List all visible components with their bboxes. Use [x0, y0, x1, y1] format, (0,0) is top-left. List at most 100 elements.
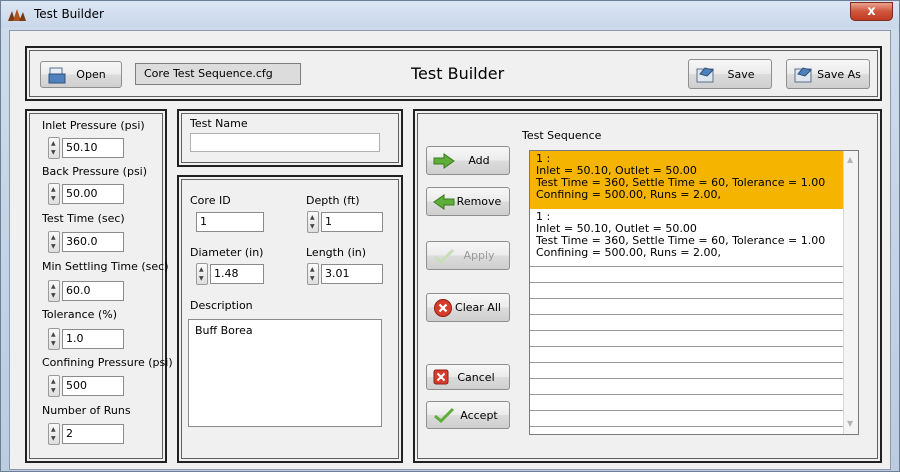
list-row-divider [530, 330, 844, 331]
back-pressure-label: Back Pressure (psi) [42, 165, 148, 178]
length-label: Length (in) [306, 246, 367, 259]
apply-button[interactable]: Apply [426, 241, 510, 270]
confining-pressure-input[interactable]: 500 [62, 376, 124, 396]
sequence-item-selected[interactable]: 1 : Inlet = 50.10, Outlet = 50.00 Test T… [530, 151, 844, 209]
test-time-input[interactable]: 360.0 [62, 232, 124, 252]
core-id-input[interactable]: 1 [196, 212, 264, 232]
confining-pressure-spinner[interactable]: ▲ ▼ [48, 375, 60, 397]
description-textarea[interactable]: Buff Borea [188, 319, 382, 427]
test-time-spinner[interactable]: ▲ ▼ [48, 231, 60, 253]
confining-pressure-label: Confining Pressure (psi) [42, 356, 173, 369]
cancel-button-label: Cancel [457, 370, 495, 384]
save-icon [696, 67, 714, 83]
checkmark-icon [434, 248, 455, 264]
spin-down-icon: ▼ [51, 149, 56, 156]
sequence-scrollbar[interactable]: ▲ ▼ [843, 151, 858, 434]
sequence-item-line: Confining = 500.00, Runs = 2.00, [536, 246, 722, 259]
save-button[interactable]: Save [688, 59, 772, 89]
save-as-button[interactable]: Save As [786, 59, 870, 89]
spin-down-icon: ▼ [51, 292, 56, 299]
number-of-runs-spinner[interactable]: ▲ ▼ [48, 423, 60, 445]
scroll-up-icon[interactable]: ▲ [847, 155, 853, 164]
spin-up-icon: ▲ [51, 426, 56, 433]
remove-button-label: Remove [456, 195, 502, 208]
app-icon [8, 9, 26, 21]
spin-down-icon: ▼ [51, 435, 56, 442]
list-row-divider [530, 426, 844, 427]
list-row-divider [530, 266, 844, 267]
spin-down-icon: ▼ [310, 275, 315, 282]
open-button-label: Open [76, 68, 106, 81]
settling-time-spinner[interactable]: ▲ ▼ [48, 280, 60, 302]
length-input[interactable]: 3.01 [321, 264, 383, 284]
save-button-label: Save [727, 67, 755, 81]
tolerance-label: Tolerance (%) [42, 308, 117, 321]
list-row-divider [530, 378, 844, 379]
red-x-circle-icon [434, 298, 452, 317]
inlet-pressure-label: Inlet Pressure (psi) [42, 119, 145, 132]
cancel-button[interactable]: Cancel [426, 364, 510, 390]
config-file-display: Core Test Sequence.cfg [135, 63, 301, 85]
sequence-item-line: Confining = 500.00, Runs = 2.00, [536, 188, 722, 201]
title-bar[interactable]: Test Builder x [1, 1, 899, 28]
list-row-divider [530, 394, 844, 395]
spin-up-icon: ▲ [310, 214, 315, 221]
spin-up-icon: ▲ [199, 266, 204, 273]
close-icon: x [867, 4, 876, 19]
toolbar-heading: Test Builder [411, 64, 505, 83]
spin-down-icon: ▼ [310, 223, 315, 230]
number-of-runs-label: Number of Runs [42, 404, 131, 417]
spin-down-icon: ▼ [199, 275, 204, 282]
depth-input[interactable]: 1 [321, 212, 383, 232]
close-button[interactable]: x [850, 2, 893, 21]
test-time-label: Test Time (sec) [42, 212, 125, 225]
back-pressure-spinner[interactable]: ▲ ▼ [48, 183, 60, 205]
add-button[interactable]: Add [426, 146, 510, 175]
depth-spinner[interactable]: ▲ ▼ [307, 211, 319, 233]
tolerance-input[interactable]: 1.0 [62, 329, 124, 349]
diameter-input[interactable]: 1.48 [210, 264, 264, 284]
open-file-icon [48, 67, 66, 83]
inlet-pressure-input[interactable]: 50.10 [62, 138, 124, 158]
spin-up-icon: ▲ [51, 234, 56, 241]
list-row-divider [530, 362, 844, 363]
settling-time-input[interactable]: 60.0 [62, 281, 124, 301]
accept-button-label: Accept [460, 408, 498, 422]
app-window: Test Builder x Open Core Test Sequence.c… [0, 0, 900, 472]
test-sequence-list[interactable]: 1 : Inlet = 50.10, Outlet = 50.00 Test T… [529, 150, 859, 435]
list-row-divider [530, 298, 844, 299]
diameter-spinner[interactable]: ▲ ▼ [196, 263, 208, 285]
accept-button[interactable]: Accept [426, 401, 510, 429]
sequence-item[interactable]: 1 : Inlet = 50.10, Outlet = 50.00 Test T… [530, 209, 844, 266]
depth-label: Depth (ft) [306, 194, 360, 207]
config-file-name: Core Test Sequence.cfg [144, 67, 273, 80]
red-x-square-icon [433, 369, 449, 385]
list-row-divider [530, 346, 844, 347]
inlet-pressure-spinner[interactable]: ▲ ▼ [48, 137, 60, 159]
spin-up-icon: ▲ [51, 186, 56, 193]
scroll-down-icon[interactable]: ▼ [847, 419, 853, 428]
length-spinner[interactable]: ▲ ▼ [307, 263, 319, 285]
test-name-label: Test Name [190, 117, 248, 130]
window-title: Test Builder [34, 7, 104, 21]
green-arrow-left-icon [433, 193, 455, 210]
spin-up-icon: ▲ [51, 331, 56, 338]
test-sequence-label: Test Sequence [522, 129, 602, 142]
tolerance-spinner[interactable]: ▲ ▼ [48, 328, 60, 350]
diameter-label: Diameter (in) [190, 246, 264, 259]
save-as-button-label: Save As [817, 67, 861, 81]
spin-up-icon: ▲ [51, 283, 56, 290]
test-name-input[interactable] [190, 133, 380, 152]
spin-up-icon: ▲ [310, 266, 315, 273]
remove-button[interactable]: Remove [426, 187, 510, 216]
clear-all-button[interactable]: Clear All [426, 293, 510, 322]
description-label: Description [190, 299, 253, 312]
clear-all-button-label: Clear All [455, 301, 501, 314]
settling-time-label: Min Settling Time (sec) [42, 260, 169, 273]
back-pressure-input[interactable]: 50.00 [62, 184, 124, 204]
list-row-divider [530, 410, 844, 411]
add-button-label: Add [468, 154, 490, 167]
spin-down-icon: ▼ [51, 340, 56, 347]
open-button[interactable]: Open [40, 61, 122, 88]
number-of-runs-input[interactable]: 2 [62, 424, 124, 444]
